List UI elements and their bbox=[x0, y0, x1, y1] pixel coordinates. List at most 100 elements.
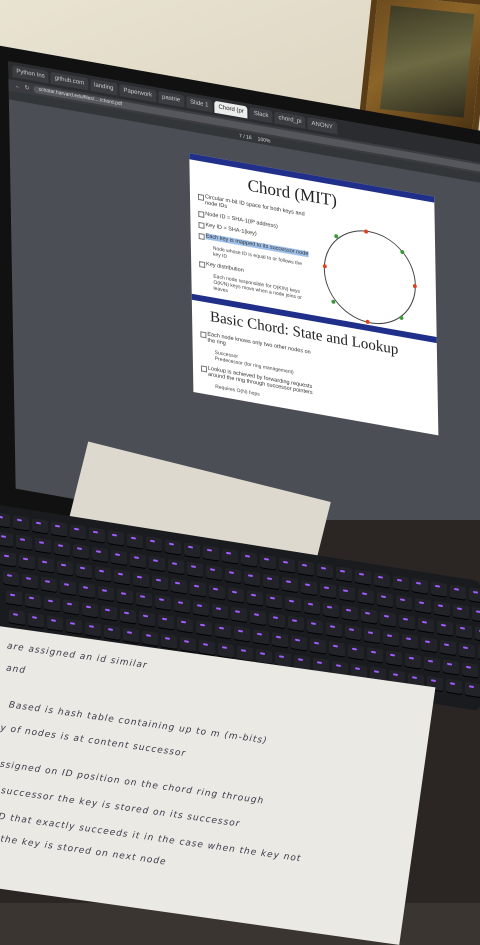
keyboard-key[interactable] bbox=[165, 539, 181, 555]
keyboard-key[interactable] bbox=[440, 639, 456, 656]
keyboard-key[interactable] bbox=[345, 624, 361, 641]
keyboard-key[interactable] bbox=[469, 587, 480, 603]
keyboard-key[interactable] bbox=[336, 566, 352, 582]
keyboard-key[interactable] bbox=[282, 576, 298, 593]
keyboard-key[interactable] bbox=[76, 563, 92, 579]
keyboard-key[interactable] bbox=[291, 635, 307, 651]
keyboard-key[interactable] bbox=[250, 609, 266, 626]
keyboard-key[interactable] bbox=[92, 546, 108, 563]
keyboard-key[interactable] bbox=[133, 572, 149, 588]
keyboard-key[interactable] bbox=[247, 590, 263, 606]
keyboard-key[interactable] bbox=[41, 576, 57, 593]
keyboard-key[interactable] bbox=[114, 569, 130, 585]
keyboard-key[interactable] bbox=[298, 560, 314, 576]
keyboard-key[interactable] bbox=[222, 548, 238, 564]
keyboard-key[interactable] bbox=[38, 557, 54, 573]
keyboard-key[interactable] bbox=[136, 591, 152, 608]
keyboard-key[interactable] bbox=[98, 585, 114, 602]
keyboard-key[interactable] bbox=[85, 621, 101, 637]
keyboard-key[interactable] bbox=[51, 521, 67, 537]
keyboard-key[interactable] bbox=[431, 581, 447, 597]
keyboard-key[interactable] bbox=[367, 647, 383, 663]
keyboard-key[interactable] bbox=[22, 573, 38, 590]
keyboard-key[interactable] bbox=[405, 653, 421, 669]
keyboard-key[interactable] bbox=[412, 578, 428, 594]
keyboard-key[interactable] bbox=[377, 591, 393, 608]
keyboard-key[interactable] bbox=[101, 604, 117, 621]
keyboard-key[interactable] bbox=[326, 621, 342, 638]
keyboard-key[interactable] bbox=[339, 585, 355, 602]
keyboard-key[interactable] bbox=[82, 601, 98, 618]
keyboard-key[interactable] bbox=[16, 534, 32, 551]
keyboard-key[interactable] bbox=[459, 642, 475, 659]
keyboard-key[interactable] bbox=[465, 681, 480, 698]
keyboard-key[interactable] bbox=[168, 558, 184, 575]
keyboard-key[interactable] bbox=[95, 566, 111, 582]
keyboard-key[interactable] bbox=[130, 552, 146, 569]
keyboard-key[interactable] bbox=[475, 626, 480, 642]
keyboard-key[interactable] bbox=[355, 569, 371, 585]
keyboard-key[interactable] bbox=[120, 608, 136, 624]
keyboard-key[interactable] bbox=[35, 537, 51, 554]
keyboard-key[interactable] bbox=[453, 603, 469, 620]
keyboard-key[interactable] bbox=[415, 597, 431, 614]
reload-icon[interactable]: ↻ bbox=[25, 84, 30, 92]
keyboard-key[interactable] bbox=[142, 630, 158, 647]
keyboard-key[interactable] bbox=[25, 592, 41, 609]
keyboard-key[interactable] bbox=[279, 557, 295, 573]
keyboard-key[interactable] bbox=[424, 656, 440, 672]
keyboard-key[interactable] bbox=[472, 606, 480, 623]
keyboard-key[interactable] bbox=[193, 600, 209, 617]
tab[interactable]: ANONY bbox=[307, 117, 337, 135]
keyboard-key[interactable] bbox=[127, 533, 143, 549]
keyboard-key[interactable] bbox=[60, 579, 76, 596]
keyboard-key[interactable] bbox=[393, 575, 409, 591]
keyboard-key[interactable] bbox=[66, 618, 82, 634]
keyboard-key[interactable] bbox=[152, 575, 168, 591]
keyboard-key[interactable] bbox=[386, 650, 402, 666]
keyboard-key[interactable] bbox=[171, 578, 187, 594]
keyboard-key[interactable] bbox=[244, 570, 260, 587]
keyboard-key[interactable] bbox=[304, 599, 320, 615]
keyboard-key[interactable] bbox=[307, 618, 323, 635]
tab[interactable]: landing bbox=[90, 78, 118, 96]
keyboard-key[interactable] bbox=[206, 564, 222, 581]
keyboard-key[interactable] bbox=[0, 512, 10, 528]
keyboard-key[interactable] bbox=[161, 633, 177, 650]
keyboard-key[interactable] bbox=[108, 530, 124, 546]
keyboard-key[interactable] bbox=[383, 630, 399, 647]
keyboard-key[interactable] bbox=[89, 527, 105, 543]
keyboard-key[interactable] bbox=[272, 632, 288, 648]
keyboard-key[interactable] bbox=[396, 594, 412, 611]
keyboard-key[interactable] bbox=[0, 551, 16, 567]
keyboard-key[interactable] bbox=[450, 584, 466, 600]
keyboard-key[interactable] bbox=[0, 531, 13, 548]
keyboard-key[interactable] bbox=[28, 612, 44, 628]
keyboard-key[interactable] bbox=[323, 602, 339, 618]
keyboard-key[interactable] bbox=[218, 642, 234, 659]
back-icon[interactable]: ← bbox=[15, 83, 21, 90]
keyboard-key[interactable] bbox=[57, 560, 73, 576]
keyboard-key[interactable] bbox=[301, 579, 317, 596]
keyboard-key[interactable] bbox=[203, 545, 219, 561]
pdf-zoom[interactable]: 100% bbox=[258, 136, 271, 144]
keyboard-key[interactable] bbox=[329, 641, 345, 657]
keyboard-key[interactable] bbox=[54, 540, 70, 557]
keyboard-key[interactable] bbox=[421, 636, 437, 653]
keyboard-key[interactable] bbox=[158, 614, 174, 630]
keyboard-key[interactable] bbox=[155, 594, 171, 611]
keyboard-key[interactable] bbox=[190, 581, 206, 597]
tab[interactable]: pastrie bbox=[158, 90, 185, 108]
keyboard-key[interactable] bbox=[13, 515, 29, 531]
keyboard-key[interactable] bbox=[269, 612, 285, 629]
tab[interactable]: Slack bbox=[249, 106, 273, 124]
keyboard-key[interactable] bbox=[364, 627, 380, 644]
keyboard-key[interactable] bbox=[399, 614, 415, 630]
keyboard-key[interactable] bbox=[104, 624, 120, 641]
keyboard-key[interactable] bbox=[374, 572, 390, 588]
keyboard-key[interactable] bbox=[32, 518, 48, 534]
keyboard-key[interactable] bbox=[228, 587, 244, 603]
keyboard-key[interactable] bbox=[174, 597, 190, 614]
keyboard-key[interactable] bbox=[139, 611, 155, 627]
keyboard-key[interactable] bbox=[215, 623, 231, 639]
